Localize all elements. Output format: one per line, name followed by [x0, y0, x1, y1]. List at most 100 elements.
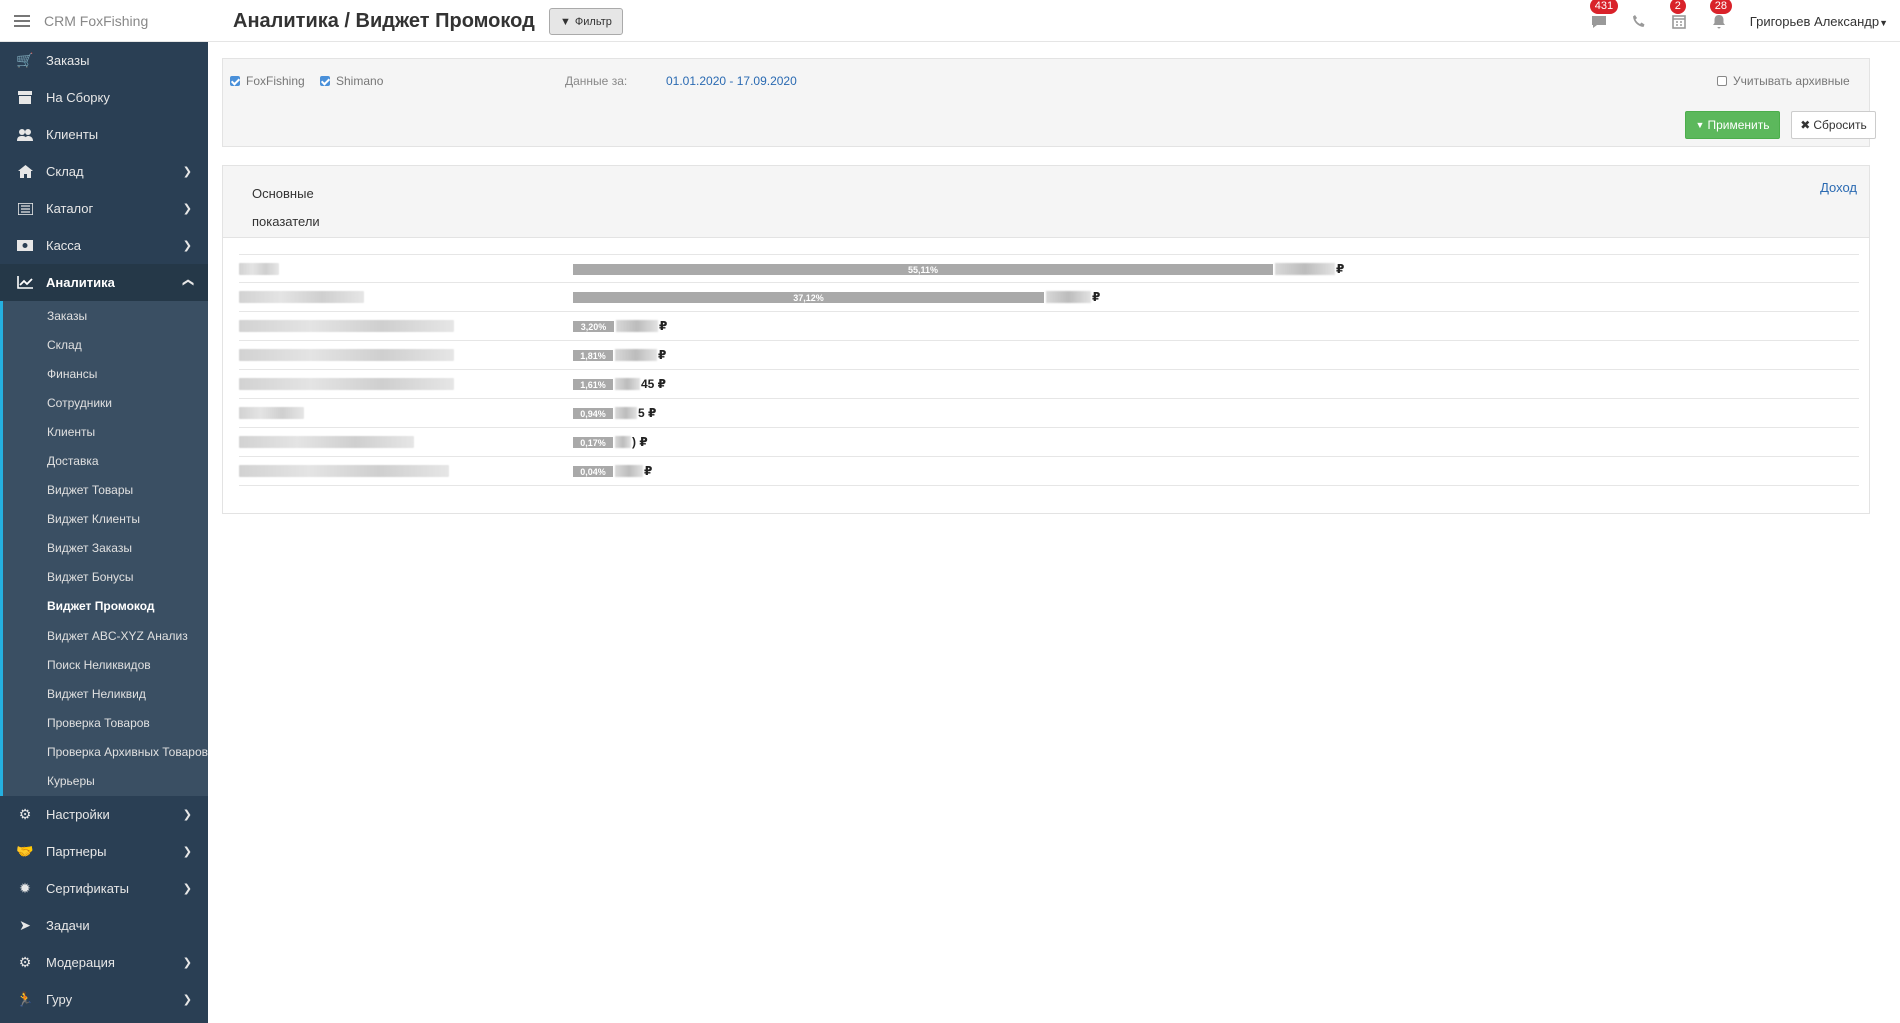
amount-redacted [615, 378, 640, 390]
tasks-icon[interactable]: 2 [1669, 0, 1688, 30]
promocode-label-redacted [239, 436, 414, 448]
sidebar-item-tasks[interactable]: ➤ Задачи [0, 907, 208, 944]
sidebar-item-partners[interactable]: 🤝 Партнеры ❯ [0, 833, 208, 870]
cart-icon: 🛒 [16, 52, 34, 68]
promo-bars: 55,11% ₽37,12% ₽3,20% ₽1,81% ₽1,61% 45 ₽ 0,94%… [239, 254, 1859, 486]
caret-down-icon: ▼ [1879, 17, 1888, 28]
chevron-down-icon: ❯ [182, 808, 192, 821]
phone-icon[interactable] [1630, 12, 1648, 30]
submenu-item[interactable]: Виджет Неликвид [0, 679, 208, 709]
messages-badge: 431 [1589, 0, 1619, 14]
chevron-down-icon: ❯ [182, 993, 192, 1006]
submenu-item[interactable]: Склад [0, 330, 208, 360]
sidebar-item-moderation[interactable]: ⚙ Модерация ❯ [0, 944, 208, 981]
panel-header: Основные показатели Доход [223, 166, 1869, 238]
brand[interactable]: CRM FoxFishing [0, 0, 208, 42]
bar-row: 55,11% ₽ [239, 254, 1859, 283]
chevron-down-icon: ❯ [182, 956, 192, 969]
bar: 3,20% [573, 321, 614, 332]
close-icon: ✖ [1800, 118, 1811, 132]
submenu-item[interactable]: Доставка [0, 446, 208, 476]
submenu-item[interactable]: Виджет Клиенты [0, 504, 208, 534]
bar-amount: 45 ₽ [615, 377, 666, 391]
submenu-item[interactable]: Клиенты [0, 417, 208, 447]
amount-suffix: 45 ₽ [641, 377, 667, 391]
sidebar-item-cashbox[interactable]: Касса ❯ [0, 227, 208, 264]
reset-button[interactable]: ✖ Сбросить [1791, 111, 1876, 139]
submenu-item[interactable]: Виджет Товары [0, 475, 208, 505]
shop-foxfishing-checkbox[interactable]: FoxFishing [230, 74, 305, 88]
bar: 0,94% [573, 408, 613, 419]
panel-title: Основные показатели [252, 186, 320, 229]
submenu-item[interactable]: Виджет ABC-XYZ Анализ [0, 621, 208, 651]
amount-suffix: 5 ₽ [638, 406, 657, 420]
apply-button[interactable]: ▼ Применить [1685, 111, 1780, 139]
walking-icon: 🏃 [16, 990, 34, 1007]
sidebar-item-orders[interactable]: 🛒 Заказы [0, 42, 208, 79]
amount-redacted [615, 436, 631, 448]
tasks-badge: 2 [1669, 0, 1686, 14]
filter-icon: ▼ [560, 15, 571, 28]
submenu-item[interactable]: Проверка Архивных Товаров [0, 737, 208, 767]
bar-row: 0,04% ₽ [239, 457, 1859, 486]
bar-row: 0,94% 5 ₽ [239, 399, 1859, 428]
income-link[interactable]: Доход [1820, 180, 1857, 195]
bell-icon[interactable]: 28 [1709, 0, 1733, 30]
date-range-picker[interactable]: 01.01.2020 - 17.09.2020 [666, 74, 797, 88]
home-icon [16, 164, 34, 180]
bar-amount: ₽ [615, 348, 666, 362]
filter-button[interactable]: ▼ Фильтр [549, 8, 623, 35]
sidebar-item-assembly[interactable]: На Сборку [0, 79, 208, 116]
bar: 1,61% [573, 379, 613, 390]
submenu-item[interactable]: Курьеры [0, 766, 208, 796]
bar: 37,12% [573, 292, 1044, 303]
submenu-item-promocode[interactable]: Виджет Промокод [0, 591, 208, 622]
amount-suffix: ₽ [659, 319, 668, 333]
promocode-label-redacted [239, 407, 304, 419]
chevron-down-icon: ❯ [182, 240, 192, 252]
amount-suffix: ₽ [658, 348, 667, 362]
user-menu[interactable]: Григорьев Александр▼ [1750, 14, 1888, 29]
sidebar-item-analytics[interactable]: Аналитика ❯ [0, 264, 208, 301]
bar-row: 1,81% ₽ [239, 341, 1859, 370]
certificate-icon: ✹ [19, 879, 31, 896]
sidebar: 🛒 Заказы На Сборку Клиенты Склад ❯ Катал… [0, 42, 208, 1023]
amount-redacted [1046, 291, 1091, 303]
app-title: CRM FoxFishing [44, 13, 149, 29]
sidebar-item-catalog[interactable]: Каталог ❯ [0, 190, 208, 227]
metrics-panel: Основные показатели Доход 55,11% ₽37,12% ₽… [222, 165, 1870, 514]
submenu-item[interactable]: Поиск Неликвидов [0, 650, 208, 680]
submenu-item[interactable]: Виджет Заказы [0, 533, 208, 563]
submenu-item[interactable]: Сотрудники [0, 388, 208, 418]
submenu-item[interactable]: Заказы [0, 301, 208, 331]
menu-icon[interactable] [14, 15, 30, 27]
sidebar-item-certificates[interactable]: ✹ Сертификаты ❯ [0, 870, 208, 907]
bar-amount: 5 ₽ [615, 406, 656, 420]
sidebar-item-warehouse[interactable]: Склад ❯ [0, 153, 208, 190]
sidebar-item-clients[interactable]: Клиенты [0, 116, 208, 153]
amount-redacted [1275, 263, 1335, 275]
submenu-item[interactable]: Проверка Товаров [0, 708, 208, 738]
bar-row: 37,12% ₽ [239, 283, 1859, 312]
archive-icon [16, 90, 34, 106]
chevron-down-icon: ❯ [182, 203, 192, 215]
amount-suffix: ₽ [1336, 262, 1345, 276]
gears-icon: ⚙ [18, 953, 32, 970]
amount-suffix: ) ₽ [632, 435, 648, 449]
sidebar-item-guru[interactable]: 🏃 Гуру ❯ [0, 981, 208, 1018]
bar: 55,11% [573, 264, 1273, 275]
list-icon [16, 201, 34, 217]
amount-redacted [615, 349, 657, 361]
amount-redacted [615, 407, 637, 419]
messages-icon[interactable]: 431 [1589, 0, 1619, 30]
page-title: Аналитика / Виджет Промокод [233, 10, 535, 32]
notifications-badge: 28 [1709, 0, 1733, 14]
promocode-label-redacted [239, 349, 454, 361]
bar-amount: ₽ [1275, 262, 1344, 276]
shop-shimano-checkbox[interactable]: Shimano [320, 74, 383, 88]
promocode-label-redacted [239, 263, 279, 275]
archive-checkbox[interactable]: Учитывать архивные [1717, 74, 1850, 88]
submenu-item[interactable]: Виджет Бонусы [0, 562, 208, 592]
submenu-item[interactable]: Финансы [0, 359, 208, 389]
sidebar-item-settings[interactable]: ⚙ Настройки ❯ [0, 796, 208, 833]
